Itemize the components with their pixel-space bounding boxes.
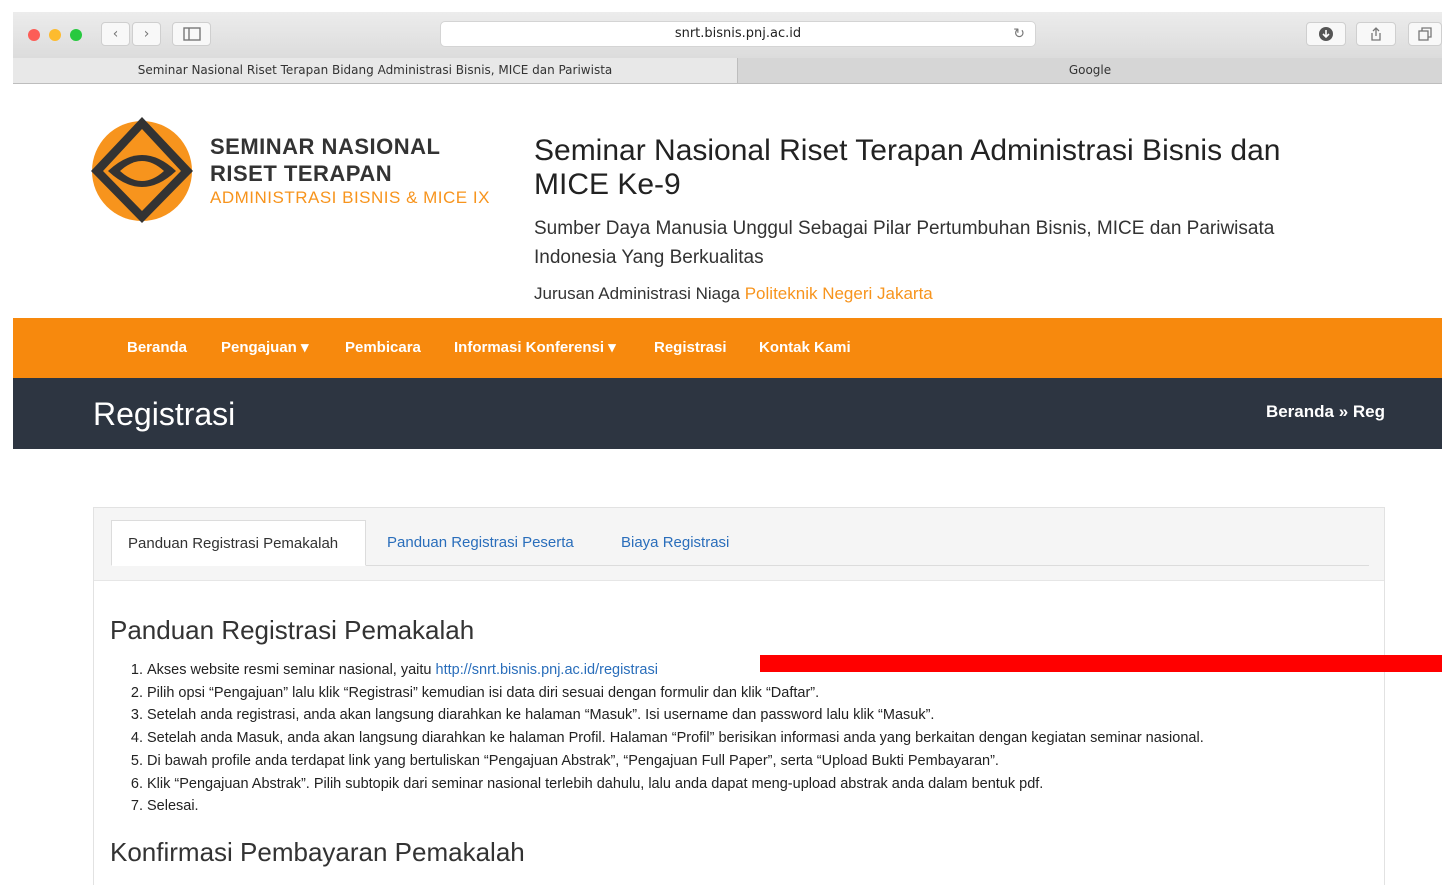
breadcrumb[interactable]: Beranda » Reg	[1266, 402, 1385, 422]
list-item: Di bawah profile anda terdapat link yang…	[147, 750, 1407, 773]
tab-panduan-registrasi-pemakalah[interactable]: Panduan Registrasi Pemakalah	[111, 520, 366, 566]
minimize-window-button[interactable]	[49, 29, 61, 41]
browser-tab-bar: Seminar Nasional Riset Terapan Bidang Ad…	[13, 58, 1442, 84]
download-icon	[1319, 27, 1333, 41]
back-button[interactable]: ‹	[101, 22, 130, 46]
nav-item-pengajuan[interactable]: Pengajuan ▾	[221, 318, 309, 378]
chevron-left-icon: ‹	[112, 26, 119, 42]
site-department: Jurusan Administrasi Niaga Politeknik Ne…	[534, 284, 933, 303]
tab-panduan-registrasi-peserta[interactable]: Panduan Registrasi Peserta	[387, 520, 574, 566]
main-nav: Beranda Pengajuan ▾ Pembicara Informasi …	[13, 318, 1442, 378]
section-title-panduan: Panduan Registrasi Pemakalah	[110, 615, 475, 645]
page-title: Registrasi	[93, 396, 236, 432]
reload-icon[interactable]: ↻	[1013, 22, 1025, 46]
share-button[interactable]	[1356, 22, 1396, 46]
logo-emblem-icon	[91, 117, 193, 223]
tab-biaya-registrasi[interactable]: Biaya Registrasi	[621, 520, 729, 566]
sidebar-toggle-button[interactable]	[172, 22, 211, 46]
list-item: Klik “Pengajuan Abstrak”. Pilih subtopik…	[147, 773, 1407, 796]
chevron-right-icon: ›	[143, 26, 150, 42]
red-annotation-bar	[760, 655, 1442, 672]
list-item: Setelah anda Masuk, anda akan langsung d…	[147, 727, 1407, 750]
nav-item-registrasi[interactable]: Registrasi	[654, 318, 727, 378]
site-title: Seminar Nasional Riset Terapan Administr…	[534, 134, 1281, 201]
logo-subtext: ADMINISTRASI BISNIS & MICE IX	[210, 188, 490, 207]
organization-link[interactable]: Politeknik Negeri Jakarta	[745, 284, 933, 303]
list-item: Setelah anda registrasi, anda akan langs…	[147, 704, 1407, 727]
content-tabs: Panduan Registrasi Pemakalah Panduan Reg…	[94, 508, 1384, 581]
page-header-bar: Registrasi Beranda » Reg	[13, 378, 1442, 449]
nav-item-informasi-konferensi[interactable]: Informasi Konferensi ▾	[454, 318, 616, 378]
share-icon	[1371, 27, 1381, 41]
nav-item-pembicara[interactable]: Pembicara	[345, 318, 421, 378]
browser-toolbar: ‹ › snrt.bisnis.pnj.ac.id ↻	[13, 12, 1442, 59]
url-text: snrt.bisnis.pnj.ac.id	[674, 26, 802, 41]
browser-tab-google[interactable]: Google	[738, 58, 1442, 83]
sidebar-icon	[182, 27, 201, 41]
tabs-overview-button[interactable]	[1408, 22, 1442, 46]
site-logo[interactable]	[90, 115, 194, 231]
downloads-button[interactable]	[1306, 22, 1346, 46]
logo-text: SEMINAR NASIONAL RISET TERAPAN	[210, 134, 441, 186]
nav-item-kontak-kami[interactable]: Kontak Kami	[759, 318, 851, 378]
close-window-button[interactable]	[28, 29, 40, 41]
list-item: Selesai.	[147, 795, 1407, 818]
list-item: Pilih opsi “Pengajuan” lalu klik “Regist…	[147, 682, 1407, 705]
tabs-icon	[1418, 27, 1432, 41]
nav-item-beranda[interactable]: Beranda	[127, 318, 187, 378]
maximize-window-button[interactable]	[70, 29, 82, 41]
section-title-konfirmasi: Konfirmasi Pembayaran Pemakalah	[110, 837, 525, 867]
browser-tab-active[interactable]: Seminar Nasional Riset Terapan Bidang Ad…	[13, 58, 738, 83]
address-bar[interactable]: snrt.bisnis.pnj.ac.id ↻	[440, 21, 1036, 47]
registration-steps-list: Akses website resmi seminar nasional, ya…	[110, 659, 1407, 818]
site-subtitle: Sumber Daya Manusia Unggul Sebagai Pilar…	[534, 218, 1275, 268]
forward-button[interactable]: ›	[132, 22, 161, 46]
registration-link[interactable]: http://snrt.bisnis.pnj.ac.id/registrasi	[436, 662, 658, 678]
